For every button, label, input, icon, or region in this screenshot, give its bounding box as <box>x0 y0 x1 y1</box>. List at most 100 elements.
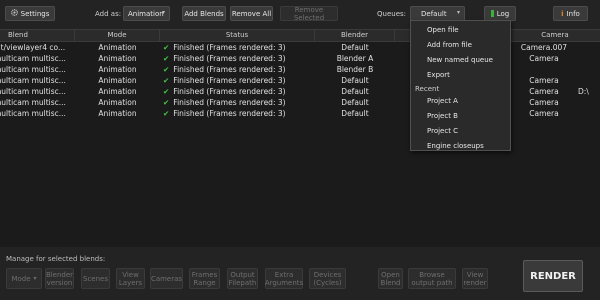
cell-camera: Camera <box>529 98 559 107</box>
checkmark-icon: ✔ <box>163 109 170 118</box>
settings-label: Settings <box>20 9 50 18</box>
status-text: Finished (Frames rendered: 3) <box>173 76 286 85</box>
cell-blend: alt/viewlayer4 co... <box>0 43 66 52</box>
cell-mode: Animation <box>98 65 137 74</box>
cell-extra-2: D:\ <box>578 87 589 96</box>
menu-item-recent-project-b[interactable]: Project B <box>427 112 458 120</box>
chevron-down-icon: ▾ <box>33 274 37 282</box>
remove-all-button[interactable]: Remove All <box>230 6 273 21</box>
menu-item-export[interactable]: Export <box>427 71 450 79</box>
status-text: Finished (Frames rendered: 3) <box>173 65 286 74</box>
column-header-mode[interactable]: Mode <box>75 30 160 41</box>
cell-status: ✔ Finished (Frames rendered: 3) <box>163 86 313 97</box>
frames-range-button[interactable]: Frames Range <box>189 268 220 289</box>
log-button[interactable]: Log <box>484 6 516 21</box>
add-as-value: Animation <box>128 9 164 18</box>
column-header-camera[interactable]: Camera <box>510 30 600 41</box>
cell-mode: Animation <box>98 76 137 85</box>
cell-mode: Animation <box>98 109 137 118</box>
menu-item-recent-engine-closeups[interactable]: Engine closeups <box>427 142 484 150</box>
column-header-blend[interactable]: Blend <box>0 30 75 41</box>
view-layers-button[interactable]: View Layers <box>116 268 145 289</box>
cell-status: ✔ Finished (Frames rendered: 3) <box>163 64 313 75</box>
blender-version-button[interactable]: Blender version <box>45 268 74 289</box>
checkmark-icon: ✔ <box>163 54 170 63</box>
log-icon <box>490 10 494 17</box>
checkmark-icon: ✔ <box>163 43 170 52</box>
cameras-button[interactable]: Cameras <box>150 268 183 289</box>
cell-blend: multicam multisc... <box>0 87 66 96</box>
mode-label: Mode <box>11 274 31 283</box>
menu-header-recent: Recent <box>415 85 440 93</box>
cell-blender: Blender A <box>336 54 374 63</box>
add-blends-button[interactable]: Add Blends <box>182 6 226 21</box>
cell-extra-2 <box>578 42 600 53</box>
column-header-status[interactable]: Status <box>160 30 315 41</box>
cell-camera <box>510 64 578 75</box>
cell-camera: Camera <box>529 54 559 63</box>
cell-extra-2 <box>578 75 600 86</box>
info-label: Info <box>566 9 580 18</box>
cell-blender: Blender B <box>336 65 374 74</box>
browse-output-path-button[interactable]: Browse output path <box>408 268 456 289</box>
status-text: Finished (Frames rendered: 3) <box>173 109 286 118</box>
menu-item-new-named-queue[interactable]: New named queue <box>427 56 493 64</box>
cell-blend: multicam multisc... <box>0 98 66 107</box>
mode-button[interactable]: Mode ▾ <box>6 268 42 289</box>
cell-camera: Camera <box>529 109 559 118</box>
chevron-down-icon: ▾ <box>161 9 165 16</box>
menu-item-recent-project-c[interactable]: Project C <box>427 127 458 135</box>
checkmark-icon: ✔ <box>163 87 170 96</box>
cell-blender: Default <box>341 43 369 52</box>
render-button[interactable]: RENDER <box>523 260 583 292</box>
cell-camera: Camera <box>529 87 559 96</box>
cell-blender: Default <box>341 76 369 85</box>
column-header-blender[interactable]: Blender <box>315 30 395 41</box>
menu-item-open-file[interactable]: Open file <box>427 26 459 34</box>
cell-mode: Animation <box>98 87 137 96</box>
status-text: Finished (Frames rendered: 3) <box>173 43 286 52</box>
cell-status: ✔ Finished (Frames rendered: 3) <box>163 108 313 119</box>
cell-blender: Default <box>341 98 369 107</box>
extra-arguments-button[interactable]: Extra Arguments <box>265 268 303 289</box>
scenes-button[interactable]: Scenes <box>81 268 110 289</box>
cell-blend: multicam multisc... <box>0 109 66 118</box>
chevron-down-icon: ▾ <box>456 9 460 16</box>
cell-extra-2 <box>578 64 600 75</box>
cell-blend: multicam multisc... <box>0 76 66 85</box>
queue-dropdown-menu: Open file Add from file New named queue … <box>410 20 511 151</box>
output-filepath-button[interactable]: Output Filepath <box>227 268 258 289</box>
app-window: Settings Add as: Animation ▾ Add Blends … <box>0 0 600 300</box>
info-button[interactable]: i Info <box>553 6 588 21</box>
cell-blend: multicam multisc... <box>0 65 66 74</box>
cell-camera: Camera.007 <box>520 43 568 52</box>
manage-label: Manage for selected blends: <box>6 255 106 263</box>
settings-button[interactable]: Settings <box>5 6 55 21</box>
status-text: Finished (Frames rendered: 3) <box>173 54 286 63</box>
cell-status: ✔ Finished (Frames rendered: 3) <box>163 75 313 86</box>
cell-extra-2 <box>578 108 600 119</box>
cell-status: ✔ Finished (Frames rendered: 3) <box>163 97 313 108</box>
menu-item-recent-project-a[interactable]: Project A <box>427 97 458 105</box>
cell-mode: Animation <box>98 43 137 52</box>
checkmark-icon: ✔ <box>163 76 170 85</box>
status-text: Finished (Frames rendered: 3) <box>173 98 286 107</box>
queues-label: Queues: <box>377 10 407 18</box>
cell-mode: Animation <box>98 98 137 107</box>
log-label: Log <box>496 9 510 18</box>
checkmark-icon: ✔ <box>163 65 170 74</box>
queue-select[interactable]: Default ▾ <box>410 6 465 21</box>
status-text: Finished (Frames rendered: 3) <box>173 87 286 96</box>
devices-cycles-button[interactable]: Devices (Cycles) <box>309 268 346 289</box>
cell-extra-2 <box>578 97 600 108</box>
cell-mode: Animation <box>98 54 137 63</box>
add-as-select[interactable]: Animation ▾ <box>123 6 170 21</box>
add-as-label: Add as: <box>95 10 122 18</box>
view-render-button[interactable]: View render <box>462 268 488 289</box>
cell-extra-2 <box>578 53 600 64</box>
remove-selected-button[interactable]: Remove Selected <box>280 6 338 22</box>
menu-item-add-from-file[interactable]: Add from file <box>427 41 472 49</box>
cell-blender: Default <box>341 87 369 96</box>
open-blend-button[interactable]: Open Blend <box>378 268 403 289</box>
gear-icon <box>10 9 18 18</box>
